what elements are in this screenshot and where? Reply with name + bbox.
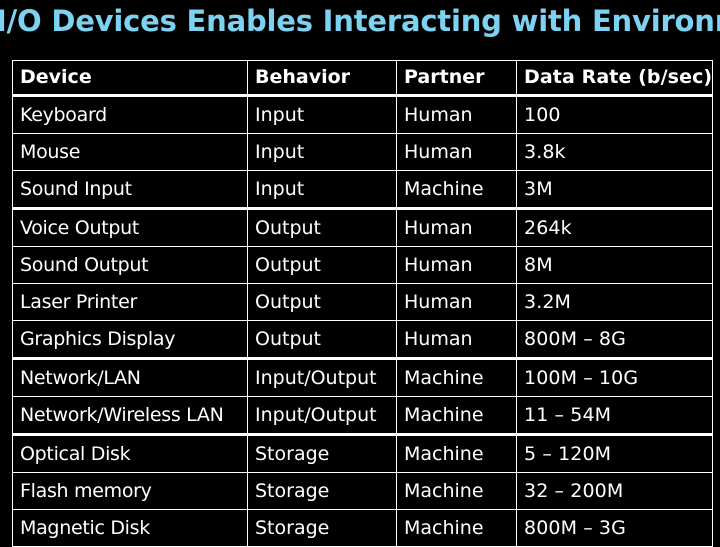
- table-row: Flash memory Storage Machine 32 – 200M: [12, 472, 713, 510]
- cell-behavior: Input/Output: [247, 396, 397, 436]
- cell-partner: Human: [396, 133, 517, 171]
- cell-partner: Human: [396, 320, 517, 360]
- cell-data-rate: 11 – 54M: [516, 396, 713, 436]
- cell-device: Mouse: [12, 133, 248, 171]
- cell-data-rate: 800M – 3G: [516, 509, 713, 547]
- table-row: Keyboard Input Human 100: [12, 95, 713, 134]
- cell-device: Optical Disk: [12, 434, 248, 473]
- table-row: Sound Input Input Machine 3M: [12, 170, 713, 210]
- cell-device: Graphics Display: [12, 320, 248, 360]
- cell-behavior: Input: [247, 95, 397, 134]
- cell-data-rate: 32 – 200M: [516, 472, 713, 510]
- table-row: Magnetic Disk Storage Machine 800M – 3G: [12, 509, 713, 547]
- cell-data-rate: 3.8k: [516, 133, 713, 171]
- cell-data-rate: 800M – 8G: [516, 320, 713, 360]
- cell-partner: Human: [396, 208, 517, 247]
- cell-partner: Human: [396, 283, 517, 321]
- cell-behavior: Input: [247, 133, 397, 171]
- table-row: Optical Disk Storage Machine 5 – 120M: [12, 434, 713, 473]
- cell-device: Laser Printer: [12, 283, 248, 321]
- cell-device: Network/LAN: [12, 358, 248, 397]
- cell-partner: Machine: [396, 472, 517, 510]
- cell-partner: Machine: [396, 170, 517, 210]
- table-row: Sound Output Output Human 8M: [12, 246, 713, 284]
- cell-partner: Machine: [396, 358, 517, 397]
- table-row: Graphics Display Output Human 800M – 8G: [12, 320, 713, 360]
- column-header-behavior: Behavior: [247, 60, 397, 97]
- cell-partner: Human: [396, 246, 517, 284]
- table-body: Keyboard Input Human 100 Mouse Input Human 3.8k…: [12, 95, 713, 547]
- cell-behavior: Output: [247, 208, 397, 247]
- column-header-device: Device: [12, 60, 248, 97]
- cell-behavior: Input/Output: [247, 358, 397, 397]
- table-row: Voice Output Output Human 264k: [12, 208, 713, 247]
- cell-device: Sound Input: [12, 170, 248, 210]
- cell-behavior: Input: [247, 170, 397, 210]
- cell-device: Magnetic Disk: [12, 509, 248, 547]
- cell-behavior: Storage: [247, 472, 397, 510]
- cell-data-rate: 264k: [516, 208, 713, 247]
- cell-device: Keyboard: [12, 95, 248, 134]
- table-row: Mouse Input Human 3.8k: [12, 133, 713, 171]
- cell-device: Voice Output: [12, 208, 248, 247]
- cell-partner: Human: [396, 95, 517, 134]
- table-header-row: Device Behavior Partner Data Rate (b/sec…: [12, 60, 713, 97]
- io-devices-table-container: Device Behavior Partner Data Rate (b/sec…: [12, 60, 713, 547]
- cell-data-rate: 3.2M: [516, 283, 713, 321]
- cell-device: Network/Wireless LAN: [12, 396, 248, 436]
- column-header-partner: Partner: [396, 60, 517, 97]
- table-row: Laser Printer Output Human 3.2M: [12, 283, 713, 321]
- cell-data-rate: 8M: [516, 246, 713, 284]
- cell-behavior: Output: [247, 320, 397, 360]
- cell-device: Flash memory: [12, 472, 248, 510]
- cell-device: Sound Output: [12, 246, 248, 284]
- table-row: Network/LAN Input/Output Machine 100M – 10G: [12, 358, 713, 397]
- cell-partner: Machine: [396, 434, 517, 473]
- io-devices-table: Device Behavior Partner Data Rate (b/sec…: [12, 60, 713, 547]
- cell-data-rate: 100M – 10G: [516, 358, 713, 397]
- cell-data-rate: 100: [516, 95, 713, 134]
- page-title: I/O Devices Enables Interacting with Env…: [0, 4, 720, 38]
- table-header: Device Behavior Partner Data Rate (b/sec…: [12, 60, 713, 97]
- cell-behavior: Storage: [247, 434, 397, 473]
- column-header-data-rate: Data Rate (b/sec): [516, 60, 713, 97]
- cell-behavior: Output: [247, 283, 397, 321]
- cell-partner: Machine: [396, 396, 517, 436]
- cell-behavior: Output: [247, 246, 397, 284]
- cell-behavior: Storage: [247, 509, 397, 547]
- cell-partner: Machine: [396, 509, 517, 547]
- cell-data-rate: 5 – 120M: [516, 434, 713, 473]
- table-row: Network/Wireless LAN Input/Output Machine 1…: [12, 396, 713, 436]
- cell-data-rate: 3M: [516, 170, 713, 210]
